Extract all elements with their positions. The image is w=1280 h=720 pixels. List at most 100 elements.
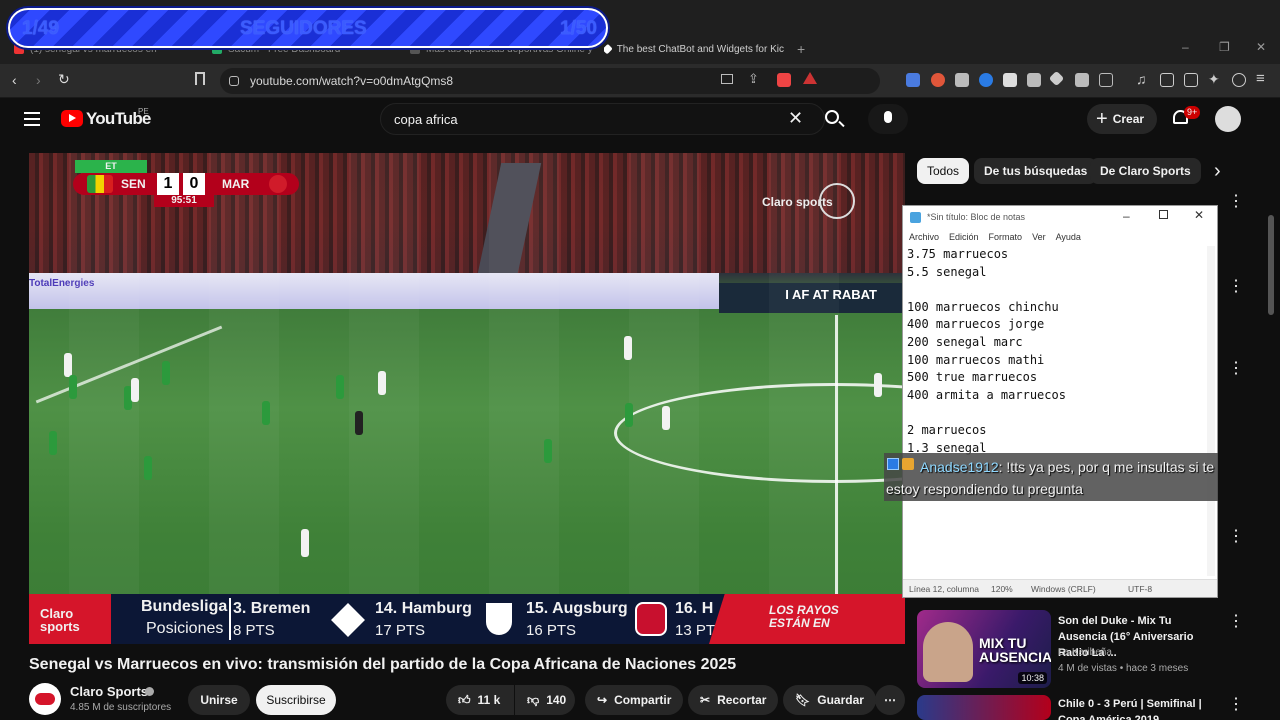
- page-scrollbar[interactable]: [1268, 215, 1274, 315]
- clip-button[interactable]: ✂ Recortar: [688, 685, 779, 715]
- b-ext-icon[interactable]: [1003, 73, 1017, 87]
- overlay-title: SEGUIDORES: [240, 18, 367, 39]
- share-page-icon[interactable]: ⇪: [748, 71, 759, 87]
- music-icon[interactable]: ♫: [1136, 71, 1147, 87]
- subscribe-button[interactable]: Suscribirse: [256, 685, 336, 715]
- ai-sparkle-icon[interactable]: ✦: [1208, 71, 1220, 88]
- tournament-logo-icon: [819, 183, 855, 219]
- minimize-icon[interactable]: –: [1182, 40, 1189, 54]
- rec-meta: 4 M de vistas • hace 3 meses: [1058, 663, 1189, 674]
- rec-more-icon[interactable]: ⋮: [1228, 614, 1244, 630]
- screenshot-ext-icon[interactable]: [1099, 73, 1113, 87]
- football-player: [69, 375, 77, 399]
- browser-menu-icon[interactable]: ≡: [1256, 70, 1265, 87]
- notepad-minimize-icon[interactable]: –: [1123, 209, 1130, 223]
- rec-title[interactable]: Chile 0 - 3 Perú | Semifinal | Copa Amér…: [1058, 696, 1218, 720]
- voice-search-button[interactable]: [868, 104, 908, 134]
- rec-more-icon[interactable]: ⋮: [1228, 279, 1244, 295]
- create-button[interactable]: + Crear: [1087, 104, 1157, 134]
- football-player: [355, 411, 363, 435]
- sidebar-icon[interactable]: [1160, 73, 1174, 87]
- fire-ext-icon[interactable]: [931, 73, 945, 87]
- menu-file[interactable]: Archivo: [909, 232, 939, 242]
- notification-badge: 9+: [1184, 106, 1201, 119]
- join-label: Unirse: [200, 693, 238, 707]
- reload-icon[interactable]: ↻: [58, 71, 70, 88]
- notepad-close-icon[interactable]: ✕: [1194, 208, 1204, 222]
- rec-more-icon[interactable]: ⋮: [1228, 194, 1244, 210]
- vpn-icon[interactable]: [1232, 73, 1246, 87]
- football-player: [624, 336, 632, 360]
- search-input[interactable]: copa africa: [380, 103, 825, 135]
- bookmark-icon[interactable]: [195, 72, 205, 85]
- rewards-icon[interactable]: [803, 72, 817, 84]
- chip-from-channel[interactable]: De Claro Sports: [1090, 158, 1201, 184]
- save-button[interactable]: 🔖︎ Guardar: [783, 685, 876, 715]
- restore-icon[interactable]: ❐: [1219, 40, 1230, 54]
- channel-name[interactable]: Claro Sports: [70, 684, 148, 699]
- join-button[interactable]: Unirse: [188, 685, 250, 715]
- rec-thumbnail[interactable]: MIX TU AUSENCIA 10:38: [917, 610, 1051, 688]
- brave-shield-icon[interactable]: [777, 73, 791, 87]
- hamburger-menu-icon[interactable]: [24, 112, 40, 126]
- rec-more-icon[interactable]: ⋮: [1228, 529, 1244, 545]
- s-ext-icon[interactable]: [979, 73, 993, 87]
- channel-avatar[interactable]: [29, 683, 61, 715]
- like-count: 11 k: [477, 693, 501, 707]
- rec-more-icon[interactable]: ⋮: [1228, 361, 1244, 377]
- cast-icon[interactable]: [721, 74, 733, 84]
- home-team: SEN: [121, 177, 146, 191]
- video-player[interactable]: TotalEnergies I AF AT RABAT ET SEN 1 0 M…: [29, 153, 905, 644]
- notepad-scrollbar[interactable]: [1207, 246, 1215, 576]
- more-actions-button[interactable]: ⋯: [875, 685, 905, 715]
- like-button[interactable]: 👍︎ 11 k: [446, 685, 514, 715]
- rec-thumbnail[interactable]: [917, 695, 1051, 720]
- chevron-right-icon[interactable]: ›: [1214, 160, 1221, 183]
- menu-format[interactable]: Formato: [989, 232, 1023, 242]
- site-info-icon[interactable]: [229, 76, 239, 86]
- avatar[interactable]: [1215, 106, 1241, 132]
- ticker-brand: Claro sports: [29, 594, 111, 644]
- overlay-right-count: 1/50: [560, 18, 597, 39]
- ticker-pts: 16 PTS: [526, 622, 577, 639]
- notepad-maximize-icon[interactable]: [1159, 210, 1168, 219]
- clear-search-icon[interactable]: ✕: [788, 108, 803, 129]
- verified-badge-icon: [145, 687, 154, 696]
- ticker-team: 15. Augsburg: [526, 600, 628, 617]
- dislike-button[interactable]: 👎︎ 140: [515, 685, 575, 715]
- rec-more-icon[interactable]: ⋮: [1228, 697, 1244, 713]
- browser-tab-active[interactable]: The best ChatBot and Widgets for Kic: [604, 38, 784, 60]
- notepad-text-area[interactable]: 3.75 marruecos 5.5 senegal 100 marruecos…: [907, 246, 1066, 457]
- menu-help[interactable]: Ayuda: [1056, 232, 1081, 242]
- menu-edit[interactable]: Edición: [949, 232, 979, 242]
- share-button[interactable]: ↪ Compartir: [585, 685, 684, 715]
- menu-view[interactable]: Ver: [1032, 232, 1046, 242]
- rec-channel[interactable]: La Karibeña: [1058, 647, 1112, 658]
- home-score: 1: [157, 173, 179, 195]
- shield-ext-icon[interactable]: [955, 73, 969, 87]
- chip-from-searches[interactable]: De tus búsquedas: [974, 158, 1098, 184]
- notepad-window[interactable]: *Sin título: Bloc de notas – ✕ Archivo E…: [902, 205, 1218, 598]
- wallet-icon[interactable]: [1184, 73, 1198, 87]
- football-player: [131, 378, 139, 402]
- translate-ext-icon[interactable]: [906, 73, 920, 87]
- new-tab-button[interactable]: +: [797, 41, 805, 57]
- share-icon: ↪: [597, 693, 608, 707]
- close-window-icon[interactable]: ✕: [1256, 40, 1266, 54]
- ticker-section: Posiciones: [146, 620, 224, 637]
- puzzle-extensions-icon[interactable]: [1075, 73, 1089, 87]
- forward-icon[interactable]: ›: [36, 72, 41, 88]
- chip-all[interactable]: Todos: [917, 158, 970, 184]
- create-label: Crear: [1112, 112, 1145, 126]
- ticker-pts: 17 PTS: [375, 622, 426, 639]
- rec-thumb-text: MIX TU AUSENCIA: [979, 635, 1051, 665]
- search-icon[interactable]: [825, 110, 845, 128]
- cursor-position: Línea 12, columna: [909, 584, 979, 594]
- overlay-left-count: 1/49: [22, 18, 59, 39]
- back-icon[interactable]: ‹: [12, 72, 17, 88]
- subscriber-count: 4.85 M de suscriptores: [70, 702, 172, 713]
- media-ext-icon[interactable]: [1027, 73, 1041, 87]
- chatbot-favicon-icon: [604, 43, 613, 55]
- youtube-logo-icon[interactable]: [61, 110, 83, 127]
- thumbs-down-icon: 👎︎: [527, 692, 540, 707]
